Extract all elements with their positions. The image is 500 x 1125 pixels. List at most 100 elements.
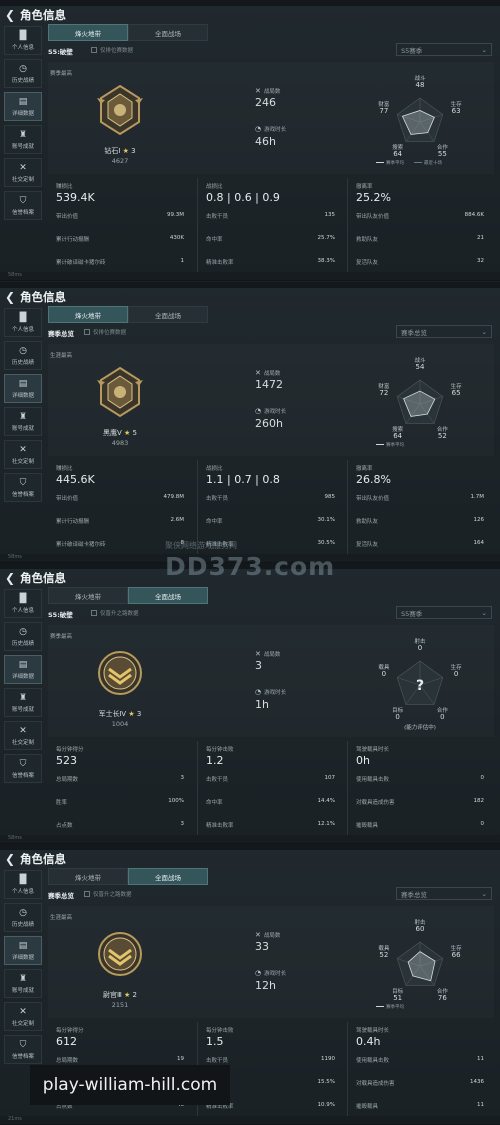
stat-row-value: 12.1% [317, 821, 335, 827]
stat-row: 摧毁载具 0 [356, 821, 484, 829]
panel-header: ❮ 角色信息 [0, 6, 500, 24]
sidebar-item[interactable]: ⛉ 信誉档案 [4, 191, 42, 220]
back-arrow-icon[interactable]: ❮ [0, 290, 20, 304]
mode-tab[interactable]: 全面战场 [128, 24, 208, 41]
stat-row-label: 精准击败率 [206, 260, 234, 266]
stat-row-label: 救助队友 [356, 237, 379, 243]
sidebar-item[interactable]: ◷ 历史战绩 [4, 903, 42, 932]
mode-tab[interactable]: 烽火地带 [48, 306, 128, 323]
sidebar-item-label: 历史战绩 [11, 640, 34, 647]
stat-row-label: 救助队友 [356, 519, 379, 525]
radar-axis-value: 60 [415, 925, 425, 933]
back-arrow-icon[interactable]: ❮ [0, 852, 20, 866]
history-icon: ◷ [19, 63, 27, 74]
stat-row-value: 11 [477, 1056, 484, 1062]
stat-row-label: 累计行动报酬 [56, 519, 90, 525]
sidebar-item[interactable]: ⛉ 信誉档案 [4, 473, 42, 502]
sidebar-item[interactable]: ▤ 详细数据 [4, 936, 42, 965]
radar-axis-value: 51 [393, 993, 403, 1002]
rank-points: 1004 [111, 720, 129, 728]
dropdown-value: S5赛季 [401, 46, 423, 55]
stat-row-value: 14.4% [317, 798, 335, 804]
rank-stars: 5 [132, 429, 137, 437]
sidebar-item[interactable]: ✕ 社交定制 [4, 158, 42, 187]
filter-checkbox[interactable]: 仅排位赛数据 [84, 328, 126, 336]
filter-checkbox[interactable]: 仅晋升之路数据 [84, 890, 132, 898]
stat-row: 总局期数 3 [56, 775, 184, 783]
legend-recent: 最近十场 [414, 160, 442, 166]
stat-row-value: 884.6K [464, 212, 484, 218]
sidebar-item[interactable]: ▤ 详细数据 [4, 374, 42, 403]
sidebar-item-label: 账号成就 [11, 143, 34, 150]
max-rank-label: 赛季最高 [50, 634, 73, 640]
folder-icon: ▤ [18, 940, 28, 951]
season-title: 赛季总览 [48, 892, 74, 900]
stat-row-value: 164 [473, 540, 485, 546]
stat-block-value: 1.1 | 0.7 | 0.8 [206, 473, 280, 486]
sidebar-item[interactable]: ♜ 账号成就 [4, 688, 42, 717]
mode-tab[interactable]: 全面战场 [128, 868, 208, 885]
sidebar: ▐▌ 个人信息 ◷ 历史战绩 ▤ 详细数据 ♜ 账号成就 ✕ 社交定制 ⛉ 信誉档案 [4, 308, 42, 506]
stat-row-label: 总局期数 [56, 1058, 79, 1064]
sidebar-item[interactable]: ♜ 账号成就 [4, 407, 42, 436]
stat-row: 救助队友 126 [356, 517, 484, 525]
stat-block: 撤离率 25.2% 带出队友价值 884.6K 救助队友 21 复活队友 32 [350, 178, 494, 276]
sidebar-item[interactable]: ⛉ 信誉档案 [4, 754, 42, 783]
sidebar-item[interactable]: ◷ 历史战绩 [4, 341, 42, 370]
stat-block: 赚损比 539.4K 带出价值 99.3M 累计行动报酬 430K 累计破译磁卡猪尔砖 1 [50, 178, 194, 276]
stat-row: 复活队友 32 [356, 258, 484, 266]
sidebar-item[interactable]: ♜ 账号成就 [4, 969, 42, 998]
season-dropdown[interactable]: 赛季总览 ⌄ [396, 325, 492, 338]
stat-row: 精准击败率 38.3% [206, 258, 335, 266]
tools-icon: ✕ [19, 725, 27, 736]
filter-checkbox[interactable]: 仅排位赛数据 [91, 46, 133, 54]
mode-tab[interactable]: 全面战场 [128, 587, 208, 604]
sidebar-item[interactable]: ✕ 社交定制 [4, 1002, 42, 1031]
stat-row-label: 占点数 [56, 823, 73, 829]
checkbox-box[interactable] [84, 329, 90, 335]
sidebar-item[interactable]: ◷ 历史战绩 [4, 59, 42, 88]
ping-footer: 21ms [0, 1116, 500, 1124]
crossed-swords-icon: ✕ [255, 87, 261, 95]
mode-tabs: 烽火地带 全面战场 [48, 24, 208, 42]
sidebar-item[interactable]: ◷ 历史战绩 [4, 622, 42, 651]
back-arrow-icon[interactable]: ❮ [0, 8, 20, 22]
profile-panel: ❮ 角色信息 ▐▌ 个人信息 ◷ 历史战绩 ▤ 详细数据 ♜ 账号成就 ✕ 社交定制 ⛉ 信誉档案 烽火地带… [0, 563, 500, 844]
stat-row: 对载具造成伤害 182 [356, 798, 484, 806]
season-dropdown[interactable]: S5赛季 ⌄ [396, 606, 492, 619]
sidebar-item[interactable]: ⛉ 信誉档案 [4, 1035, 42, 1064]
stat-row: 带出队友价值 1.7M [356, 494, 484, 502]
season-dropdown[interactable]: S5赛季 ⌄ [396, 43, 492, 56]
season-dropdown[interactable]: 赛季总览 ⌄ [396, 887, 492, 900]
rank-badge-icon [98, 932, 142, 976]
checkbox-box[interactable] [91, 610, 97, 616]
filter-checkbox[interactable]: 仅晋升之路数据 [91, 609, 139, 617]
mode-tab[interactable]: 烽火地带 [48, 587, 128, 604]
radar-axis-value: 64 [393, 149, 403, 158]
sidebar-item[interactable]: ▤ 详细数据 [4, 92, 42, 121]
sidebar: ▐▌ 个人信息 ◷ 历史战绩 ▤ 详细数据 ♜ 账号成就 ✕ 社交定制 ⛉ 信誉档案 [4, 870, 42, 1068]
radar-axis-value: 66 [451, 951, 461, 960]
mode-tab[interactable]: 全面战场 [128, 306, 208, 323]
sidebar-item[interactable]: ▐▌ 个人信息 [4, 870, 42, 899]
sidebar-item[interactable]: ▐▌ 个人信息 [4, 26, 42, 55]
checkbox-box[interactable] [91, 47, 97, 53]
checkbox-label: 仅排位赛数据 [100, 48, 134, 54]
stat-block-label: 每分钟得分 [56, 747, 84, 753]
sidebar-item[interactable]: ▐▌ 个人信息 [4, 308, 42, 337]
sidebar-item[interactable]: ▤ 详细数据 [4, 655, 42, 684]
sidebar-item[interactable]: ✕ 社交定制 [4, 721, 42, 750]
stat-row-label: 累计破译磁卡猪尔砖 [56, 260, 106, 266]
sidebar-item[interactable]: ✕ 社交定制 [4, 440, 42, 469]
matches-label: ✕ 战局数 [255, 369, 280, 377]
mode-tab[interactable]: 烽火地带 [48, 868, 128, 885]
back-arrow-icon[interactable]: ❮ [0, 571, 20, 585]
sidebar-item[interactable]: ▐▌ 个人信息 [4, 589, 42, 618]
mode-tab[interactable]: 烽火地带 [48, 24, 128, 41]
sidebar-item[interactable]: ♜ 账号成就 [4, 125, 42, 154]
playtime-label: ◔ 游戏时长 [255, 407, 286, 415]
matches-value: 246 [255, 96, 276, 109]
stat-row-label: 带出队友价值 [356, 496, 390, 502]
checkbox-box[interactable] [84, 891, 90, 897]
radar-legend: 赛季平均 最近十场 [376, 160, 442, 166]
